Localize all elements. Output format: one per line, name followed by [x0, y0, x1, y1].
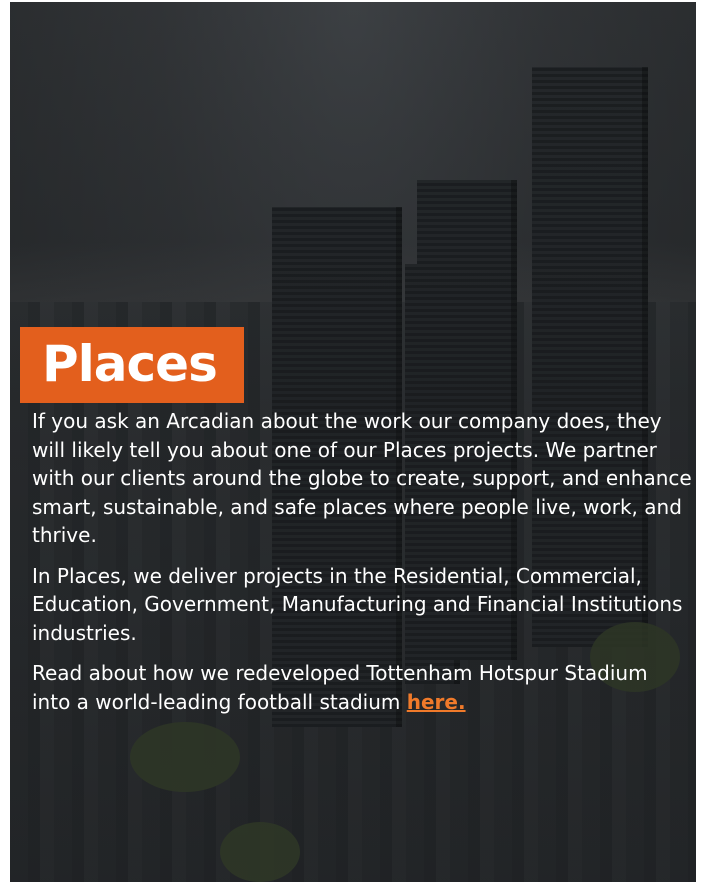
read-more-text: Read about how we redeveloped Tottenham … — [32, 661, 648, 714]
section-body: If you ask an Arcadian about the work ou… — [32, 407, 692, 728]
paragraph-intro: If you ask an Arcadian about the work ou… — [32, 409, 692, 547]
section-title-badge: Places — [20, 327, 244, 403]
read-more-link[interactable]: here. — [407, 690, 466, 714]
section-title: Places — [42, 335, 218, 393]
paragraph-read-more: Read about how we redeveloped Tottenham … — [32, 659, 692, 716]
places-panel: Places If you ask an Arcadian about the … — [10, 2, 696, 882]
paragraph-industries: In Places, we deliver projects in the Re… — [32, 563, 683, 645]
